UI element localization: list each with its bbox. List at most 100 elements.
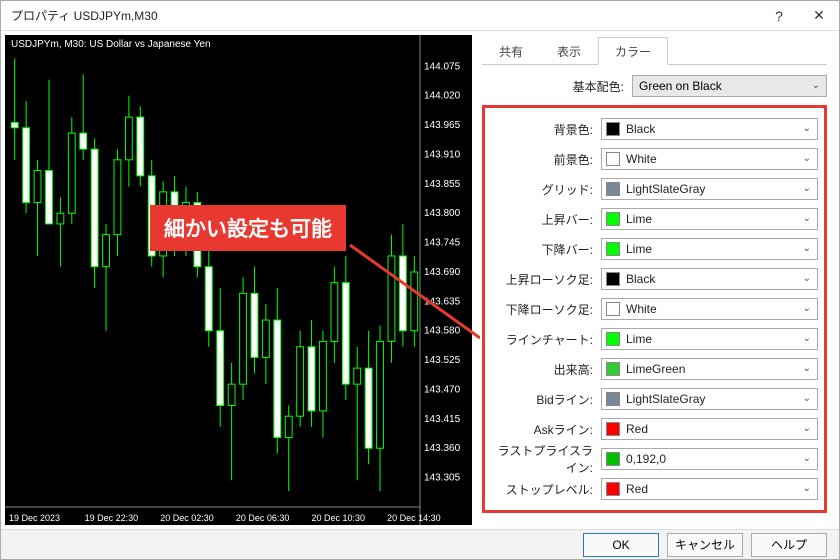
color-swatch (606, 272, 620, 286)
svg-text:19 Dec 2023: 19 Dec 2023 (9, 513, 60, 523)
color-row-label: 下降バー: (491, 241, 601, 258)
color-select[interactable]: Lime ⌄ (601, 208, 818, 230)
color-select[interactable]: White⌄ (601, 298, 818, 320)
svg-text:20 Dec 14:30: 20 Dec 14:30 (387, 513, 441, 523)
cancel-button[interactable]: キャンセル (667, 533, 743, 557)
color-settings-group: 背景色:Black⌄前景色:White⌄グリッド:LightSlateGray⌄… (482, 105, 827, 513)
color-select[interactable]: LightSlateGray ⌄ (601, 388, 818, 410)
chevron-down-icon: ⌄ (803, 243, 811, 254)
color-row-label: 出来高: (491, 361, 601, 378)
color-select[interactable]: 0,192,0⌄ (601, 448, 818, 470)
color-row-label: ラストプライスライン: (491, 442, 601, 476)
tab-color[interactable]: カラー (598, 37, 668, 65)
color-row: 上昇ローソク足: Black ⌄ (491, 264, 818, 294)
content-area: USDJPYm, M30: US Dollar vs Japanese Yen … (1, 31, 839, 529)
svg-text:20 Dec 10:30: 20 Dec 10:30 (311, 513, 365, 523)
color-select[interactable]: Black ⌄ (601, 268, 818, 290)
color-row-label: ストップレベル: (491, 481, 601, 498)
chevron-down-icon: ⌄ (803, 213, 811, 224)
color-select[interactable]: Red⌄ (601, 418, 818, 440)
help-icon[interactable]: ? (759, 1, 799, 31)
ok-button[interactable]: OK (583, 533, 659, 557)
chevron-down-icon: ⌄ (803, 123, 811, 134)
color-select[interactable]: Red ⌄ (601, 478, 818, 500)
color-row-label: 下降ローソク足: (491, 301, 601, 318)
color-select[interactable]: Black⌄ (601, 118, 818, 140)
svg-text:144.075: 144.075 (424, 61, 461, 72)
color-name: LightSlateGray (626, 392, 705, 406)
color-row: 前景色:White⌄ (491, 144, 818, 174)
color-select[interactable]: White⌄ (601, 148, 818, 170)
chart-header: USDJPYm, M30: US Dollar vs Japanese Yen (11, 39, 211, 50)
color-swatch (606, 122, 620, 136)
base-scheme-label: 基本配色: (482, 78, 632, 95)
color-swatch (606, 482, 620, 496)
color-row: 下降ローソク足:White⌄ (491, 294, 818, 324)
chevron-down-icon: ⌄ (803, 483, 811, 494)
chevron-down-icon: ⌄ (803, 333, 811, 344)
chevron-down-icon: ⌄ (812, 80, 820, 91)
svg-text:143.580: 143.580 (424, 326, 461, 337)
color-select[interactable]: Lime ⌄ (601, 328, 818, 350)
color-name: Lime (626, 332, 652, 346)
svg-text:143.360: 143.360 (424, 443, 461, 454)
chevron-down-icon: ⌄ (803, 153, 811, 164)
svg-text:143.415: 143.415 (424, 414, 461, 425)
help-button[interactable]: ヘルプ (751, 533, 827, 557)
window-title: プロパティ USDJPYm,M30 (11, 7, 759, 24)
svg-text:143.855: 143.855 (424, 179, 461, 190)
svg-text:20 Dec 02:30: 20 Dec 02:30 (160, 513, 214, 523)
svg-text:143.635: 143.635 (424, 296, 461, 307)
color-row-label: ラインチャート: (491, 331, 601, 348)
svg-text:20 Dec 06:30: 20 Dec 06:30 (236, 513, 290, 523)
color-row-label: 上昇ローソク足: (491, 271, 601, 288)
color-swatch (606, 362, 620, 376)
base-scheme-value: Green on Black (639, 79, 722, 93)
base-scheme-select[interactable]: Green on Black ⌄ (632, 75, 827, 97)
color-row: 背景色:Black⌄ (491, 114, 818, 144)
color-swatch (606, 302, 620, 316)
chevron-down-icon: ⌄ (803, 393, 811, 404)
annotation-callout: 細かい設定も可能 (150, 205, 346, 251)
color-select[interactable]: LimeGreen ⌄ (601, 358, 818, 380)
color-name: Lime (626, 212, 652, 226)
color-row: ラインチャート: Lime ⌄ (491, 324, 818, 354)
tab-display[interactable]: 表示 (540, 37, 598, 64)
chart-pane: USDJPYm, M30: US Dollar vs Japanese Yen … (1, 31, 476, 529)
close-icon[interactable]: ✕ (799, 1, 839, 31)
tab-share[interactable]: 共有 (482, 37, 540, 64)
color-name: LightSlateGray (626, 182, 705, 196)
color-select[interactable]: LightSlateGray ⌄ (601, 178, 818, 200)
color-row: Askライン:Red⌄ (491, 414, 818, 444)
chevron-down-icon: ⌄ (803, 363, 811, 374)
color-row-label: グリッド: (491, 181, 601, 198)
svg-text:143.690: 143.690 (424, 267, 461, 278)
color-swatch (606, 212, 620, 226)
color-row: 上昇バー:Lime⌄ (491, 204, 818, 234)
color-swatch (606, 182, 620, 196)
color-row: ラストプライスライン:0,192,0⌄ (491, 444, 818, 474)
svg-text:19 Dec 22:30: 19 Dec 22:30 (85, 513, 139, 523)
tab-bar: 共有 表示 カラー (482, 37, 827, 65)
chevron-down-icon: ⌄ (803, 303, 811, 314)
color-row: 下降バー:Lime⌄ (491, 234, 818, 264)
color-row: 出来高: LimeGreen ⌄ (491, 354, 818, 384)
color-name: LimeGreen (626, 362, 685, 376)
chevron-down-icon: ⌄ (803, 423, 811, 434)
color-swatch (606, 152, 620, 166)
color-swatch (606, 422, 620, 436)
color-swatch (606, 392, 620, 406)
chevron-down-icon: ⌄ (803, 183, 811, 194)
settings-pane: 共有 表示 カラー 基本配色: Green on Black ⌄ 背景色:Bla… (476, 31, 839, 529)
color-swatch (606, 452, 620, 466)
color-select[interactable]: Lime⌄ (601, 238, 818, 260)
color-name: Black (626, 272, 655, 286)
color-name: Red (626, 482, 648, 496)
chevron-down-icon: ⌄ (803, 273, 811, 284)
svg-text:143.305: 143.305 (424, 473, 461, 484)
color-row-label: 背景色: (491, 121, 601, 138)
svg-text:144.020: 144.020 (424, 91, 461, 102)
color-row: ストップレベル: Red ⌄ (491, 474, 818, 504)
color-row: グリッド: LightSlateGray ⌄ (491, 174, 818, 204)
properties-dialog: プロパティ USDJPYm,M30 ? ✕ USDJPYm, M30: US D… (0, 0, 840, 560)
